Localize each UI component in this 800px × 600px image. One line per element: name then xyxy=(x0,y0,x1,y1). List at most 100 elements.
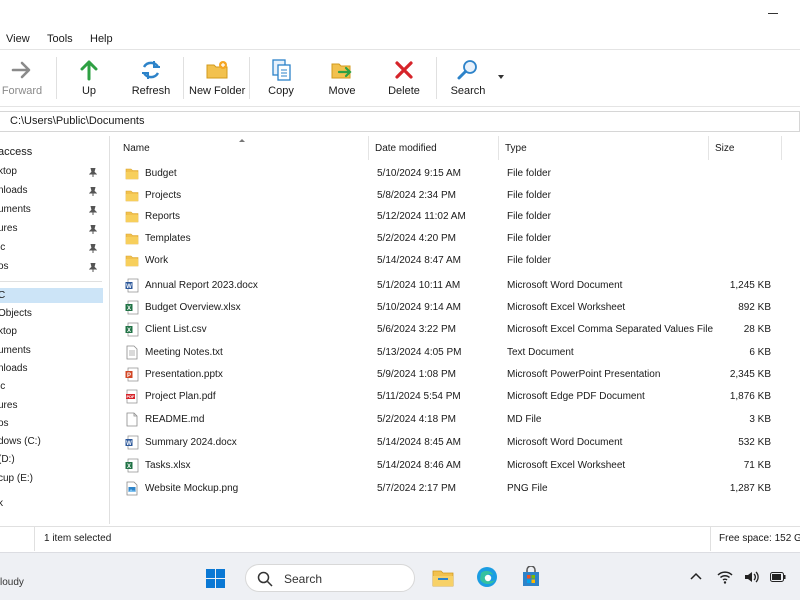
refresh-icon xyxy=(142,61,160,79)
table-row[interactable]: Projects 5/8/2024 2:34 PM File folder xyxy=(111,186,800,206)
file-explorer-icon[interactable] xyxy=(432,566,454,588)
sidebar-item-documents[interactable]: uments xyxy=(0,204,31,215)
svg-text:W: W xyxy=(126,441,132,447)
taskbar-search-box[interactable]: Search xyxy=(245,564,415,592)
windows-start-icon[interactable] xyxy=(206,569,225,588)
minimize-icon[interactable] xyxy=(768,13,778,14)
column-header-size-label: Size xyxy=(715,143,735,154)
toolbar-separator xyxy=(249,57,250,99)
file-size: 71 KB xyxy=(743,460,771,471)
sidebar-quick-access[interactable]: access xyxy=(0,146,32,158)
pin-icon xyxy=(89,168,97,177)
menu-tools[interactable]: Tools xyxy=(47,33,73,45)
file-date: 5/8/2024 2:34 PM xyxy=(377,190,456,201)
sidebar-item-downloads[interactable]: nloads xyxy=(0,185,27,196)
file-type: Microsoft Excel Comma Separated Values F… xyxy=(507,324,714,335)
sidebar-item-music[interactable]: ic xyxy=(0,242,5,253)
sidebar-divider xyxy=(0,281,102,282)
table-row[interactable]: Reports 5/12/2024 11:02 AM File folder xyxy=(111,207,800,227)
sidebar-item-pictures[interactable]: ures xyxy=(0,223,17,234)
search-dropdown-icon[interactable] xyxy=(498,75,504,79)
file-type: Microsoft PowerPoint Presentation xyxy=(507,369,661,380)
sidebar-item-3d-objects[interactable]: Objects xyxy=(0,308,32,319)
sidebar-item-music-pc[interactable]: ic xyxy=(0,381,5,392)
file-date: 5/14/2024 8:46 AM xyxy=(377,460,461,471)
table-row[interactable]: Budget 5/10/2024 9:15 AM File folder xyxy=(111,164,800,184)
table-row[interactable]: PDF Project Plan.pdf 5/11/2024 5:54 PM Micr… xyxy=(111,387,800,407)
table-row[interactable]: Meeting Notes.txt 5/13/2024 4:05 PM Text D… xyxy=(111,343,800,363)
wifi-icon[interactable] xyxy=(717,570,733,584)
refresh-button[interactable]: Refresh xyxy=(125,55,177,103)
sidebar-item-network[interactable]: k xyxy=(0,498,3,509)
sidebar-item-drive-d[interactable]: (D:) xyxy=(0,454,15,465)
table-row[interactable]: Templates 5/2/2024 4:20 PM File folder xyxy=(111,229,800,249)
file-name: Annual Report 2023.docx xyxy=(145,280,258,291)
new-folder-button[interactable]: New Folder xyxy=(189,55,245,103)
table-row[interactable]: Website Mockup.png 5/7/2024 2:17 PM PNG Fi… xyxy=(111,479,800,499)
volume-icon[interactable] xyxy=(744,570,760,584)
file-type: Microsoft Excel Worksheet xyxy=(507,302,626,313)
refresh-label: Refresh xyxy=(131,85,171,97)
table-row[interactable]: README.md 5/2/2024 4:18 PM MD File 3 KB xyxy=(111,410,800,430)
address-path: C:\Users\Public\Documents xyxy=(10,115,145,127)
table-row[interactable]: P Presentation.pptx 5/9/2024 1:08 PM Micros… xyxy=(111,365,800,385)
sidebar-item-selected[interactable] xyxy=(0,288,103,303)
delete-label: Delete xyxy=(388,85,420,97)
column-header-date[interactable]: Date modified xyxy=(369,136,499,160)
table-row[interactable]: W Annual Report 2023.docx 5/1/2024 10:11 A… xyxy=(111,276,800,296)
chevron-up-icon[interactable] xyxy=(690,571,702,581)
sidebar-item-documents-pc[interactable]: uments xyxy=(0,345,31,356)
forward-button[interactable]: Forward xyxy=(0,55,52,103)
status-bar: 1 item selected Free space: 152 GB xyxy=(0,526,800,551)
file-date: 5/11/2024 5:54 PM xyxy=(377,391,461,402)
file-date: 5/12/2024 11:02 AM xyxy=(377,211,466,222)
pin-icon xyxy=(89,225,97,234)
microsoft-store-icon[interactable] xyxy=(520,566,542,588)
column-header-size[interactable]: Size xyxy=(709,136,782,160)
move-button[interactable]: Move xyxy=(318,55,366,103)
sidebar-item-videos[interactable]: os xyxy=(0,261,9,272)
table-row[interactable]: X Budget Overview.xlsx 5/10/2024 9:14 AM Mi… xyxy=(111,298,800,318)
weather-widget[interactable]: loudy xyxy=(0,577,24,588)
sidebar-item-drive-e[interactable]: cup (E:) xyxy=(0,473,33,484)
file-name: README.md xyxy=(145,414,205,425)
edge-browser-icon[interactable] xyxy=(476,566,498,588)
sidebar-item-videos-pc[interactable]: os xyxy=(0,418,9,429)
navigation-pane: access ktop nloads uments ures ic os C O… xyxy=(0,136,110,524)
address-bar[interactable]: C:\Users\Public\Documents xyxy=(0,111,800,132)
file-size: 2,345 KB xyxy=(729,369,771,380)
sidebar-item-drive-c[interactable]: dows (C:) xyxy=(0,436,41,447)
copy-button[interactable]: Copy xyxy=(257,55,305,103)
excel-icon: X xyxy=(125,322,139,337)
folder-icon xyxy=(125,211,139,223)
file-date: 5/13/2024 4:05 PM xyxy=(377,347,462,358)
sidebar-item-desktop-pc[interactable]: ktop xyxy=(0,326,17,337)
menu-bar: View Tools Help xyxy=(0,28,800,50)
folder-icon xyxy=(125,190,139,202)
table-row[interactable]: Work 5/14/2024 8:47 AM File folder xyxy=(111,251,800,271)
delete-button[interactable]: Delete xyxy=(380,55,428,103)
file-type: File folder xyxy=(507,168,551,179)
file-date: 5/10/2024 9:14 AM xyxy=(377,302,461,313)
sidebar-item-downloads-pc[interactable]: nloads xyxy=(0,363,27,374)
sidebar-item-pictures-pc[interactable]: ures xyxy=(0,400,17,411)
file-size: 1,876 KB xyxy=(729,391,771,402)
file-type: File folder xyxy=(507,211,551,222)
sidebar-item-this-pc[interactable]: C xyxy=(0,290,5,301)
sidebar-item-desktop[interactable]: ktop xyxy=(0,166,17,177)
file-type: Microsoft Word Document xyxy=(507,280,623,291)
search-button[interactable]: Search xyxy=(444,55,492,103)
menu-view[interactable]: View xyxy=(6,33,30,45)
folder-icon xyxy=(125,233,139,245)
menu-help[interactable]: Help xyxy=(90,33,113,45)
file-name: Projects xyxy=(145,190,182,201)
column-header-type[interactable]: Type xyxy=(499,136,709,160)
table-row[interactable]: W Summary 2024.docx 5/14/2024 8:45 AM Micro… xyxy=(111,433,800,453)
file-size: 1,245 KB xyxy=(729,280,771,291)
up-button[interactable]: Up xyxy=(64,55,114,103)
column-header-name[interactable]: Name xyxy=(117,136,369,160)
file-date: 5/10/2024 9:15 AM xyxy=(377,168,461,179)
table-row[interactable]: X Client List.csv 5/6/2024 3:22 PM Microsof… xyxy=(111,320,800,340)
battery-icon[interactable] xyxy=(770,572,786,582)
table-row[interactable]: X Tasks.xlsx 5/14/2024 8:46 AM Microsoft Ex… xyxy=(111,456,800,476)
